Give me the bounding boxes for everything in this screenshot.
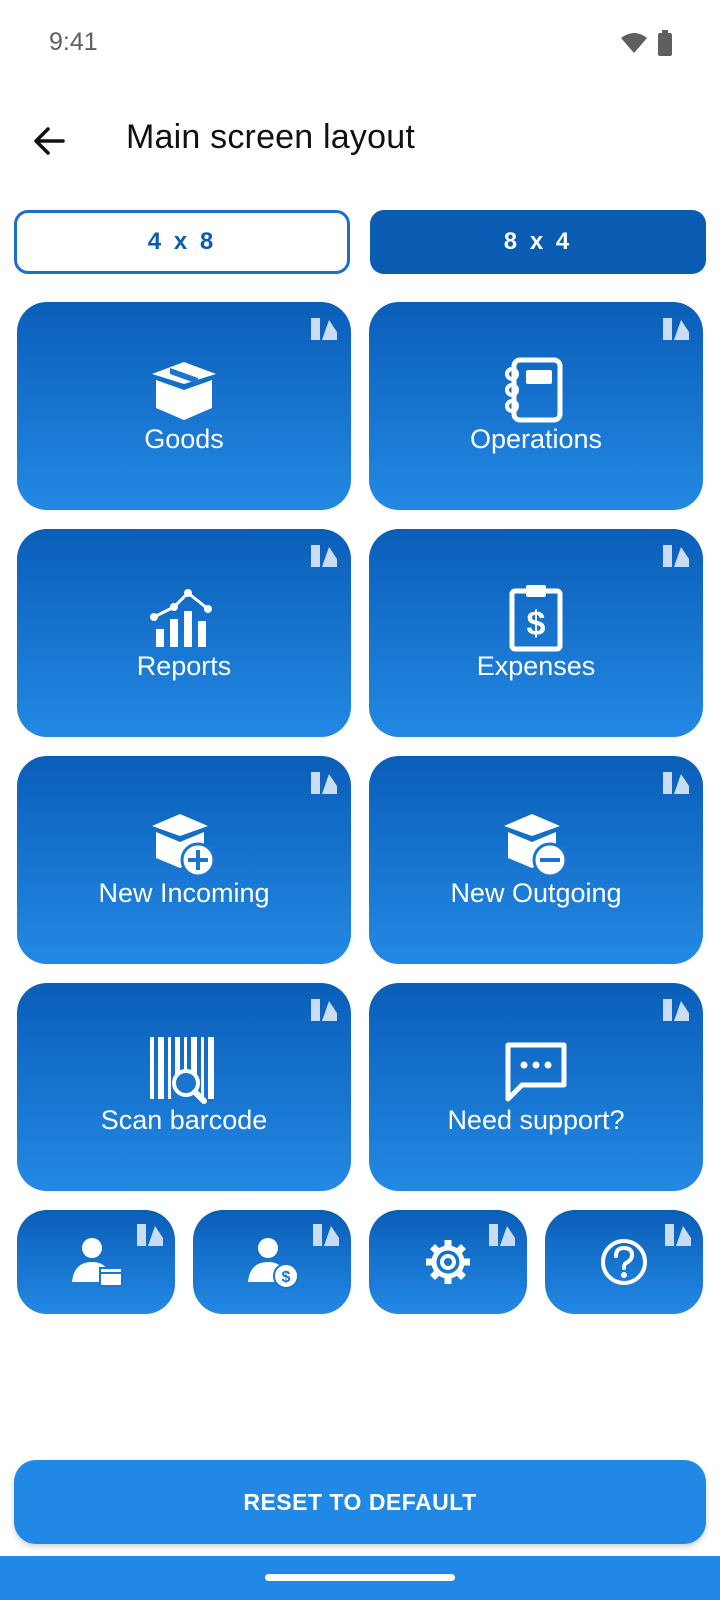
tile-label: New Outgoing [450, 878, 622, 908]
status-bar: 9:41 [0, 0, 720, 88]
page-title: Main screen layout [126, 118, 415, 156]
tile-reports[interactable]: Reports [17, 529, 351, 737]
tile-label: Scan barcode [100, 1105, 268, 1135]
chat-icon [505, 1042, 567, 1102]
svg-text:$: $ [527, 605, 546, 643]
box-icon [152, 362, 216, 420]
edit-layout-icon[interactable] [661, 543, 691, 569]
tile-new-incoming[interactable]: New Incoming [17, 756, 351, 964]
notebook-icon [505, 357, 563, 423]
layout-option-4x8[interactable]: 4 x 8 [14, 210, 350, 274]
tile-label: Need support? [447, 1105, 625, 1135]
tile-scan-barcode[interactable]: Scan barcode [17, 983, 351, 1191]
tile-label: Expenses [476, 651, 596, 681]
wifi-icon [621, 33, 647, 53]
edit-layout-icon[interactable] [663, 1222, 693, 1248]
edit-layout-icon[interactable] [135, 1222, 165, 1248]
arrow-left-icon [34, 127, 65, 155]
tile-expenses[interactable]: $ Expenses [369, 529, 703, 737]
box-plus-icon [152, 814, 216, 878]
svg-text:$: $ [282, 1269, 291, 1286]
clipboard-dollar-icon: $ [509, 585, 563, 652]
tile-goods[interactable]: Goods [17, 302, 351, 510]
tile-user-box[interactable] [17, 1210, 175, 1314]
user-box-icon [72, 1238, 123, 1287]
tile-label: Goods [144, 424, 224, 454]
box-minus-icon [504, 814, 568, 878]
navigation-bar [0, 1556, 720, 1600]
back-button[interactable] [22, 114, 76, 168]
tile-help[interactable] [545, 1210, 703, 1314]
layout-option-8x4[interactable]: 8 x 4 [370, 210, 706, 274]
edit-layout-icon[interactable] [487, 1222, 517, 1248]
tile-operations[interactable]: Operations [369, 302, 703, 510]
edit-layout-icon[interactable] [661, 316, 691, 342]
edit-layout-icon[interactable] [309, 997, 339, 1023]
bar-chart-icon [150, 589, 212, 647]
app-bar: Main screen layout [0, 100, 720, 180]
edit-layout-icon[interactable] [661, 997, 691, 1023]
tile-settings[interactable] [369, 1210, 527, 1314]
edit-layout-icon[interactable] [309, 543, 339, 569]
status-icons [620, 30, 672, 56]
screen: 9:41 Main screen layout 4 x 8 8 x 4 Good… [0, 0, 720, 1600]
barcode-search-icon [150, 1037, 214, 1104]
edit-layout-icon[interactable] [309, 770, 339, 796]
tile-new-outgoing[interactable]: New Outgoing [369, 756, 703, 964]
battery-icon [658, 30, 672, 56]
tile-label: Reports [136, 651, 232, 681]
tile-label: New Incoming [98, 878, 270, 908]
edit-layout-icon[interactable] [309, 316, 339, 342]
user-dollar-icon: $ [248, 1238, 299, 1289]
reset-to-default-button[interactable]: RESET TO DEFAULT [14, 1460, 706, 1544]
tile-label: Operations [469, 424, 603, 454]
gear-icon [426, 1240, 470, 1284]
edit-layout-icon[interactable] [661, 770, 691, 796]
tile-user-dollar[interactable]: $ [193, 1210, 351, 1314]
help-circle-icon [601, 1239, 647, 1285]
tile-need-support[interactable]: Need support? [369, 983, 703, 1191]
edit-layout-icon[interactable] [311, 1222, 341, 1248]
home-gesture-handle[interactable] [265, 1574, 455, 1581]
status-time: 9:41 [49, 28, 98, 56]
